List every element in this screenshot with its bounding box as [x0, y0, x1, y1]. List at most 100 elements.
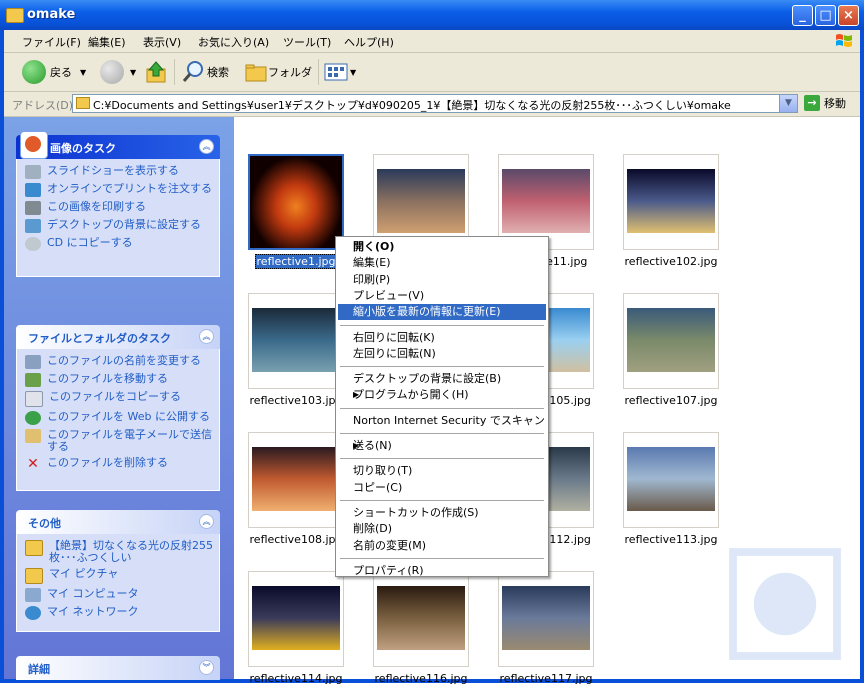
context-item[interactable]: 送る(N) ▶ [338, 438, 546, 454]
file-tasks-body: このファイルの名前を変更する このファイルを移動する このファイルをコピーする … [16, 349, 220, 491]
task-copy[interactable]: このファイルをコピーする [25, 391, 213, 407]
context-item[interactable]: コピー(C) [338, 480, 546, 496]
context-item[interactable]: ショートカットの作成(S) [338, 505, 546, 521]
minimize-button[interactable]: _ [792, 5, 813, 26]
context-item[interactable]: 右回りに回転(K) [338, 330, 546, 346]
thumbnail-label[interactable]: reflective116.jpg [361, 672, 481, 685]
task-slideshow[interactable]: スライドショーを表示する [25, 165, 213, 179]
thumbnail-image [627, 447, 715, 511]
thumbnail-label[interactable]: reflective102.jpg [611, 255, 731, 268]
context-item[interactable]: 削除(D) [338, 521, 546, 537]
search-button[interactable]: 検索 [181, 58, 229, 86]
menu-edit[interactable]: 編集(E) [88, 34, 126, 50]
window-frame: ファイル(F) 編集(E) 表示(V) お気に入り(A) ツール(T) ヘルプ(… [4, 30, 860, 685]
address-value: C:¥Documents and Settings¥user1¥デスクトップ¥d… [93, 99, 731, 112]
thumbnail-reflective103[interactable] [248, 293, 344, 389]
menu-separator [340, 499, 544, 501]
address-input[interactable]: C:¥Documents and Settings¥user1¥デスクトップ¥d… [72, 94, 798, 113]
folders-button[interactable]: フォルダ [244, 58, 312, 86]
context-item[interactable]: プロパティ(R) [338, 563, 546, 579]
go-button[interactable]: → 移動 [804, 95, 846, 111]
place-my-network[interactable]: マイ ネットワーク [25, 606, 213, 620]
task-print[interactable]: この画像を印刷する [25, 201, 213, 215]
maximize-button[interactable]: □ [815, 5, 836, 26]
thumbnail-reflective1[interactable] [248, 154, 344, 250]
close-button[interactable]: × [838, 5, 859, 26]
thumbnail-label[interactable]: reflective107.jpg [611, 394, 731, 407]
context-item[interactable]: 編集(E) [338, 255, 546, 271]
thumbnail-label[interactable]: reflective117.jpg [486, 672, 606, 685]
context-item-label: 左回りに回転(N) [353, 346, 436, 360]
collapse-icon[interactable]: ︽ [199, 329, 214, 344]
file-tasks-header[interactable]: ファイルとフォルダのタスク ︽ [16, 325, 220, 349]
windows-logo-icon [836, 34, 852, 47]
details-header[interactable]: 詳細 ︾ [16, 656, 220, 680]
place-my-computer[interactable]: マイ コンピュータ [25, 588, 213, 602]
task-label: この画像を印刷する [47, 200, 146, 213]
search-label: 検索 [207, 66, 229, 79]
menu-file[interactable]: ファイル(F) [22, 34, 81, 50]
thumbnail-label[interactable]: reflective114.jpg [236, 672, 356, 685]
filename-text: reflective116.jpg [374, 672, 468, 685]
context-item[interactable]: デスクトップの背景に設定(B) [338, 371, 546, 387]
context-item[interactable]: 開く(O) [338, 239, 546, 255]
image-tasks-header[interactable]: 画像のタスク ︽ [16, 131, 220, 159]
menu-tools[interactable]: ツール(T) [283, 34, 331, 50]
thumbnail-image [627, 308, 715, 372]
place-my-pictures[interactable]: マイ ピクチャ [25, 568, 213, 584]
context-item[interactable]: 縮小版を最新の情報に更新(E) [338, 304, 546, 321]
task-move[interactable]: このファイルを移動する [25, 373, 213, 387]
task-email[interactable]: このファイルを電子メールで送信する [25, 429, 213, 453]
context-item[interactable]: 切り取り(T) [338, 463, 546, 479]
thumbnail-reflective117[interactable] [498, 571, 594, 667]
collapse-icon[interactable]: ︽ [199, 139, 214, 154]
title-bar[interactable]: omake _ □ × [0, 0, 864, 30]
slideshow-icon [25, 165, 41, 179]
task-label: スライドショーを表示する [47, 164, 179, 177]
context-item[interactable]: Norton Internet Security でスキャン [338, 413, 546, 429]
views-button[interactable]: ▼ [324, 58, 356, 86]
thumbnail-reflective116[interactable] [373, 571, 469, 667]
task-online-print[interactable]: オンラインでプリントを注文する [25, 183, 213, 197]
thumbnail-reflective113[interactable] [623, 432, 719, 528]
task-set-background[interactable]: デスクトップの背景に設定する [25, 219, 213, 233]
panel-title: その他 [28, 517, 61, 530]
context-item[interactable]: 左回りに回転(N) [338, 346, 546, 362]
image-tasks-panel: 画像のタスク ︽ スライドショーを表示する オンラインでプリントを注文する この… [16, 131, 220, 277]
thumbnail-reflective102[interactable] [623, 154, 719, 250]
forward-button[interactable]: ▼ [100, 58, 136, 86]
copy-icon [25, 391, 43, 407]
menu-view[interactable]: 表示(V) [143, 34, 181, 50]
filename-text: reflective102.jpg [624, 255, 718, 268]
folders-label: フォルダ [268, 66, 312, 79]
thumbnail-reflective108[interactable] [248, 432, 344, 528]
task-publish-web[interactable]: このファイルを Web に公開する [25, 411, 213, 425]
thumbnail-reflective114[interactable] [248, 571, 344, 667]
menu-favorites[interactable]: お気に入り(A) [198, 34, 269, 50]
context-item[interactable]: プレビュー(V) [338, 288, 546, 304]
picture-icon [20, 131, 48, 159]
forward-arrow-icon [100, 60, 124, 84]
go-label: 移動 [824, 97, 846, 110]
menu-help[interactable]: ヘルプ(H) [344, 34, 394, 50]
task-copy-cd[interactable]: CD にコピーする [25, 237, 213, 251]
address-bar: アドレス(D) C:¥Documents and Settings¥user1¥… [4, 92, 860, 117]
expand-icon[interactable]: ︾ [199, 660, 214, 675]
online-print-icon [25, 183, 41, 197]
other-places-header[interactable]: その他 ︽ [16, 510, 220, 534]
task-rename[interactable]: このファイルの名前を変更する [25, 355, 213, 369]
task-delete[interactable]: ✕ このファイルを削除する [25, 457, 213, 472]
toolbar: 戻る ▼ ▼ 検索 フォルダ ▼ [4, 53, 860, 92]
place-parent-folder[interactable]: 【絶景】切なくなる光の反射255枚･･･ふつくしい [25, 540, 213, 564]
thumbnail-reflective107[interactable] [623, 293, 719, 389]
collapse-icon[interactable]: ︽ [199, 514, 214, 529]
chevron-down-icon: ▼ [130, 67, 137, 77]
context-item[interactable]: 名前の変更(M) [338, 538, 546, 554]
up-button[interactable] [144, 58, 168, 86]
back-button[interactable]: 戻る ▼ [22, 58, 86, 86]
thumbnail-label[interactable]: reflective113.jpg [611, 533, 731, 546]
context-item[interactable]: プログラムから開く(H) ▶ [338, 387, 546, 403]
address-dropdown[interactable]: ▼ [779, 95, 797, 112]
task-label: このファイルを電子メールで送信する [47, 428, 212, 453]
context-item[interactable]: 印刷(P) [338, 272, 546, 288]
